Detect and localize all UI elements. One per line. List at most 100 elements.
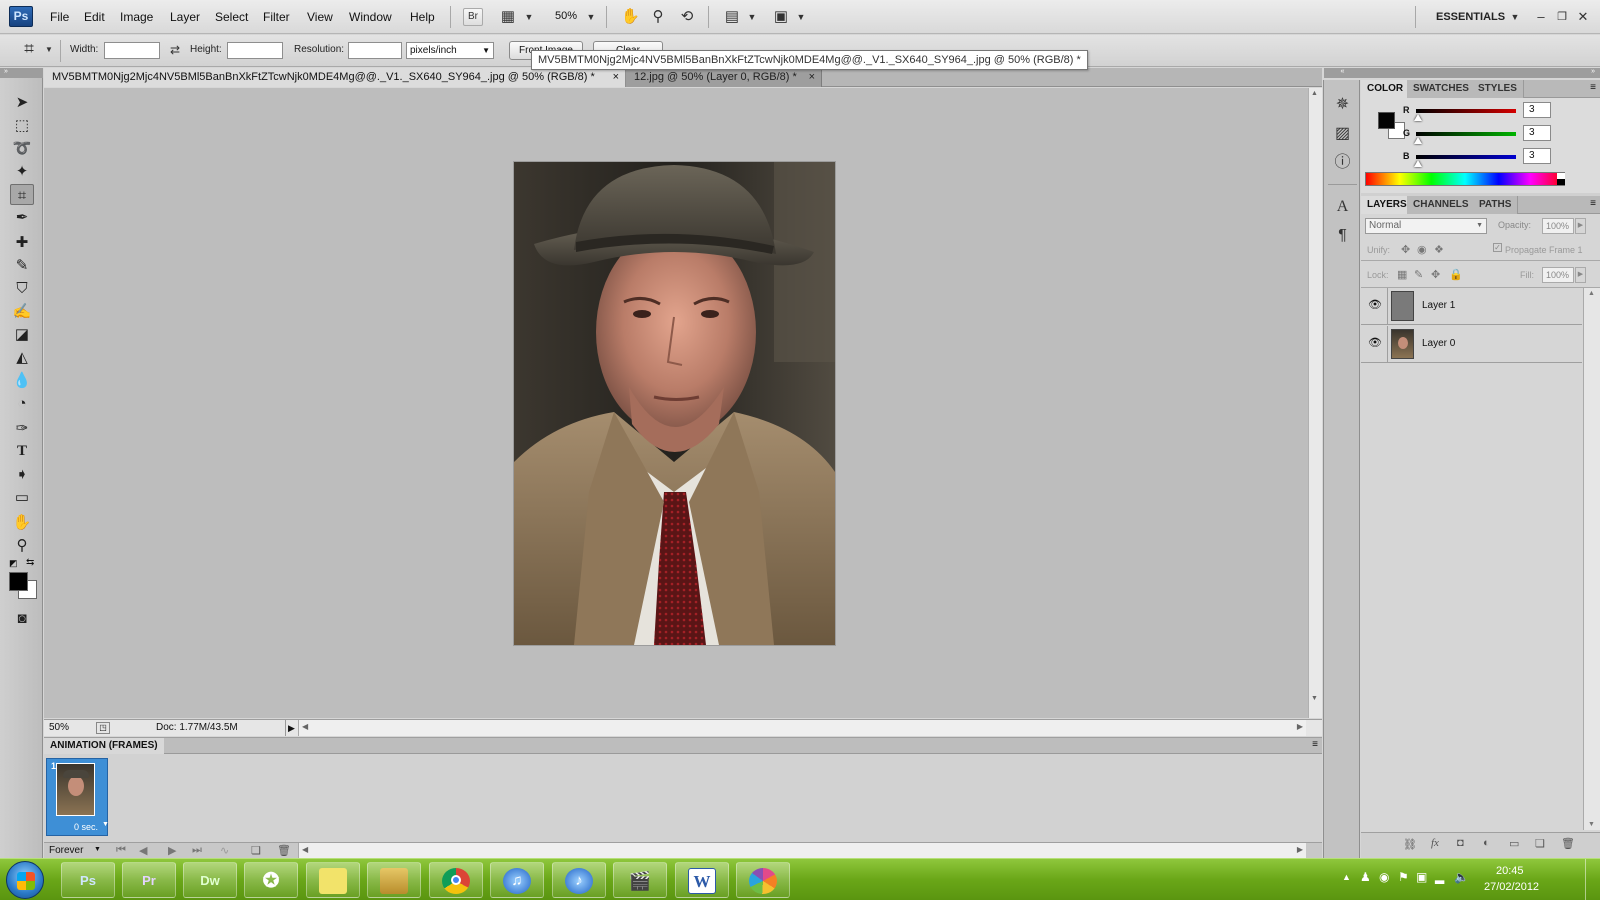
restore-icon[interactable]: ❐ xyxy=(1553,8,1571,26)
opacity-field[interactable]: 100% xyxy=(1542,218,1574,234)
clock-date[interactable]: 27/02/2012 xyxy=(1484,881,1539,893)
workspace-dropdown-icon[interactable]: ▼ xyxy=(1506,8,1524,26)
duplicate-frame-icon[interactable]: ❏ xyxy=(251,844,261,857)
screen-mode-icon[interactable]: ▣ xyxy=(772,8,790,26)
taskbar-app-6[interactable] xyxy=(367,862,421,898)
scroll-down-icon[interactable]: ▼ xyxy=(1311,695,1318,702)
layers-scrollbar[interactable]: ▲ ▼ xyxy=(1583,288,1600,830)
collapse-toolbox-icon[interactable]: » xyxy=(0,68,43,78)
taskbar-app-7[interactable] xyxy=(429,862,483,898)
taskbar-app-12[interactable] xyxy=(736,862,790,898)
menu-select[interactable]: Select xyxy=(215,10,248,24)
fill-arrow-icon[interactable]: ▶ xyxy=(1575,267,1586,283)
panel-menu-icon[interactable]: ≡ xyxy=(1590,82,1596,93)
vertical-scrollbar[interactable]: ▲ ▼ xyxy=(1308,88,1322,718)
loop-select[interactable]: Forever xyxy=(49,845,83,856)
play-icon[interactable]: ▶ xyxy=(168,844,176,857)
hand-tool-icon[interactable]: ✋ xyxy=(10,512,34,533)
hand-tool-icon[interactable]: ✋ xyxy=(621,8,640,26)
taskbar-app-11[interactable]: W xyxy=(675,862,729,898)
lock-pixels-icon[interactable]: ✎ xyxy=(1414,268,1423,281)
opacity-arrow-icon[interactable]: ▶ xyxy=(1575,218,1586,234)
character-panel-icon[interactable]: A xyxy=(1332,196,1353,217)
move-tool-icon[interactable]: ➤ xyxy=(10,92,34,113)
swap-dimensions-icon[interactable]: ⇄ xyxy=(166,41,184,59)
previous-frame-icon[interactable]: ◀ xyxy=(139,844,147,857)
histogram-icon[interactable]: ▨ xyxy=(1332,123,1353,144)
crop-tool-icon[interactable]: ⌗ xyxy=(10,184,34,205)
scroll-left-icon[interactable]: ◀ xyxy=(302,722,308,731)
info-icon[interactable]: ⓘ xyxy=(1332,152,1353,173)
volume-icon[interactable]: 🔈 xyxy=(1454,870,1469,884)
panel-menu-icon[interactable]: ≡ xyxy=(1312,739,1318,750)
pen-tool-icon[interactable]: ✑ xyxy=(10,418,34,439)
tab-color[interactable]: COLOR xyxy=(1361,80,1410,98)
channel-b-value[interactable]: 3 xyxy=(1523,148,1551,164)
minimize-icon[interactable]: – xyxy=(1532,8,1550,26)
chevron-down-icon[interactable]: ▼ xyxy=(94,846,101,853)
blur-tool-icon[interactable]: 💧 xyxy=(10,370,34,391)
width-field[interactable] xyxy=(104,42,160,59)
tab-styles[interactable]: STYLES xyxy=(1472,80,1524,98)
delete-frame-icon[interactable]: 🗑 xyxy=(277,844,291,857)
eraser-tool-icon[interactable]: ◪ xyxy=(10,324,34,345)
crop-tool-icon[interactable]: ⌗ xyxy=(20,40,38,58)
channel-r-value[interactable]: 3 xyxy=(1523,102,1551,118)
mini-bridge-icon[interactable]: ▦ xyxy=(499,8,517,26)
lock-position-icon[interactable]: ✥ xyxy=(1431,268,1440,281)
start-button[interactable] xyxy=(6,861,44,899)
zoom-level[interactable]: 50% xyxy=(555,10,577,22)
default-colors-icon[interactable]: ◩ xyxy=(9,558,19,568)
scroll-left-icon[interactable]: ◀ xyxy=(302,845,308,854)
swap-colors-icon[interactable]: ⇆ xyxy=(26,557,38,569)
menu-view[interactable]: View xyxy=(307,10,333,24)
taskbar-app-8[interactable]: ♫ xyxy=(490,862,544,898)
bridge-button[interactable]: Br xyxy=(463,8,483,26)
taskbar-app-1[interactable]: Ps xyxy=(61,862,115,898)
lasso-tool-icon[interactable]: ➰ xyxy=(10,138,34,159)
frame-delay-dropdown-icon[interactable]: ▼ xyxy=(102,821,109,828)
collapse-dock-icon[interactable]: « xyxy=(1324,68,1361,78)
magic-wand-tool-icon[interactable]: ✦ xyxy=(10,161,34,182)
unify-visibility-icon[interactable]: ◉ xyxy=(1417,243,1427,256)
scroll-down-icon[interactable]: ▼ xyxy=(1588,821,1595,828)
tray-sync-icon[interactable]: ◉ xyxy=(1379,870,1389,884)
channel-r-thumb[interactable] xyxy=(1414,114,1422,121)
scroll-right-icon[interactable]: ▶ xyxy=(1297,845,1303,854)
panel-menu-icon[interactable]: ≡ xyxy=(1590,198,1596,209)
taskbar-app-4[interactable]: ✪ xyxy=(244,862,298,898)
brush-tool-icon[interactable]: ✎ xyxy=(10,255,34,276)
healing-brush-tool-icon[interactable]: ✚ xyxy=(10,232,34,253)
adjustment-layer-icon[interactable]: ◐ xyxy=(1483,837,1490,849)
lock-all-icon[interactable]: 🔒 xyxy=(1449,268,1463,281)
propagate-checkbox[interactable]: ✓ xyxy=(1493,243,1502,252)
screen-mode-dropdown-icon[interactable]: ▼ xyxy=(792,8,810,26)
close-icon[interactable]: ✕ xyxy=(1574,8,1592,26)
unify-style-icon[interactable]: ❖ xyxy=(1434,243,1444,256)
tab-swatches[interactable]: SWATCHES xyxy=(1407,80,1476,98)
new-layer-icon[interactable]: ❏ xyxy=(1535,837,1545,850)
history-brush-tool-icon[interactable]: ✍ xyxy=(10,301,34,322)
zoom-tool-icon[interactable]: ⚲ xyxy=(10,535,34,556)
arrange-dropdown-icon[interactable]: ▼ xyxy=(743,8,761,26)
foreground-color-swatch[interactable] xyxy=(1378,112,1395,129)
zoom-tool-icon[interactable]: ⚲ xyxy=(649,8,667,26)
workspace-switcher[interactable]: ESSENTIALS xyxy=(1436,11,1505,23)
tray-app-icon[interactable]: ♟ xyxy=(1360,870,1371,884)
zoom-dropdown-icon[interactable]: ▼ xyxy=(582,8,600,26)
scroll-up-icon[interactable]: ▲ xyxy=(1588,290,1595,297)
channel-g-value[interactable]: 3 xyxy=(1523,125,1551,141)
height-field[interactable] xyxy=(227,42,283,59)
frames-scrollbar[interactable]: ◀ ▶ xyxy=(298,843,1306,859)
action-center-flag-icon[interactable]: ⚑ xyxy=(1398,870,1409,884)
network-signal-icon[interactable]: ▂ xyxy=(1435,870,1444,884)
eye-icon[interactable]: 👁 xyxy=(1368,298,1382,312)
tween-icon[interactable]: ∿ xyxy=(220,844,229,857)
channel-b-slider[interactable] xyxy=(1416,155,1516,159)
chevron-down-icon[interactable]: ▼ xyxy=(520,8,538,26)
rectangle-tool-icon[interactable]: ▭ xyxy=(10,487,34,508)
link-layers-icon[interactable]: ⛓ xyxy=(1403,838,1417,851)
eyedropper-tool-icon[interactable]: ✒ xyxy=(10,207,34,228)
next-frame-icon[interactable]: ⏭ xyxy=(192,844,202,857)
taskbar-app-5[interactable] xyxy=(306,862,360,898)
